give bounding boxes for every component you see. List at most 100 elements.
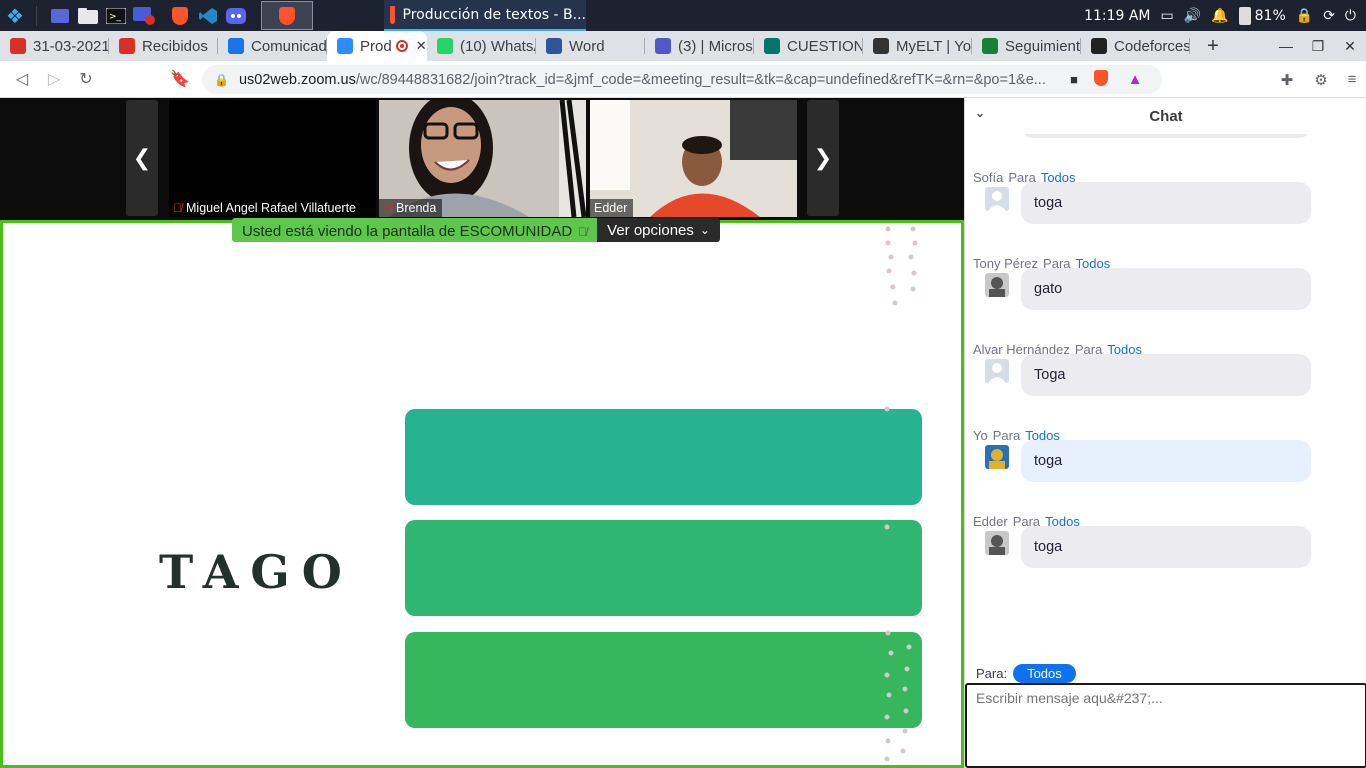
share-status-text: Usted está viendo la pantalla de ESCOMUN… — [242, 223, 573, 240]
browser-tab[interactable]: Seguimiento — [972, 31, 1081, 61]
shared-screen[interactable]: TAGO — [0, 220, 964, 768]
chat-recipient-select[interactable]: Todos — [1013, 663, 1076, 683]
battery-icon[interactable] — [1238, 6, 1251, 25]
brave-shields-icon[interactable] — [1084, 69, 1118, 90]
browser-tab[interactable]: (10) WhatsApp — [427, 31, 536, 61]
browser-menu-icons: ✚ ⚙ ≡ — [1270, 61, 1366, 98]
notifications-icon[interactable]: 🔔 — [1211, 8, 1228, 24]
chat-collapse-icon[interactable]: ⌄ — [975, 106, 985, 120]
slide-answer-box — [405, 409, 922, 505]
chat-message: Sofía Para Todos toga — [965, 170, 1366, 256]
file-manager-icon[interactable] — [77, 6, 99, 26]
system-tray: 11:19 AM ▭ 🔊 🔔 81% 🔒 ⟳ ⏻ — [1084, 0, 1366, 31]
extensions-icon[interactable]: ✚ — [1270, 71, 1304, 89]
brave-browser-icon[interactable] — [169, 6, 191, 26]
profile-icon[interactable]: ⚙ — [1304, 71, 1338, 89]
chevron-down-icon: ⌄ — [699, 223, 710, 237]
browser-tab[interactable]: Comunicados — [218, 31, 327, 61]
chat-message-text: toga — [1021, 526, 1311, 568]
bookmark-icon[interactable]: 🔖 — [164, 69, 196, 89]
chat-to-word: Para — [992, 428, 1021, 443]
camera-permission-icon[interactable]: ■ — [1070, 72, 1078, 87]
brave-rewards-icon[interactable]: ▲ — [1118, 71, 1152, 88]
slide-dotted-decoration — [884, 226, 918, 762]
whatsapp-icon — [437, 38, 453, 54]
browser-toolbar: ◁ ▷ ↻ 🔖 🔒 us02web.zoom.us/wc/89448831682… — [0, 61, 1366, 98]
lock-screen-icon[interactable]: 🔒 — [1296, 8, 1313, 24]
meeting-area: ❮ ❯ 🎙̸ Miguel Angel Rafael Villafuerte 🎙… — [0, 98, 964, 768]
close-window-icon[interactable]: ✕ — [1334, 38, 1366, 55]
discord-icon[interactable] — [225, 6, 247, 26]
video-tile[interactable]: Edder — [590, 100, 797, 217]
teams-icon — [655, 38, 671, 54]
tab-label: MyELT | Yo — [896, 37, 972, 55]
chat-header: ⌄ Chat — [965, 98, 1366, 134]
forms-icon — [764, 38, 780, 54]
view-options-button[interactable]: Ver opciones ⌄ — [597, 218, 720, 242]
participant-name-tag: Edder — [590, 199, 634, 217]
address-bar[interactable]: 🔒 us02web.zoom.us/wc/89448831682/join?tr… — [202, 65, 1162, 94]
share-status-message: Usted está viendo la pantalla de ESCOMUN… — [232, 218, 598, 242]
browser-tab[interactable]: Codeforces — [1081, 31, 1190, 61]
back-icon[interactable]: ◁ — [6, 69, 38, 89]
classroom-icon — [228, 38, 244, 54]
chat-message-input[interactable] — [965, 683, 1366, 768]
volume-icon[interactable]: 🔊 — [1184, 8, 1201, 24]
participant-name-tag: 🎙̸ Miguel Angel Rafael Villafuerte — [169, 199, 363, 217]
chat-message: Edder Para Todos toga — [965, 514, 1366, 600]
brave-lion-icon — [390, 5, 395, 24]
browser-tab[interactable]: 31-03-2021 — [0, 31, 109, 61]
chat-recipient: Para: Todos — [976, 663, 1076, 683]
view-options-label: Ver opciones — [607, 221, 694, 239]
browser-tab[interactable]: Prod ✕ — [327, 31, 427, 61]
slide-answer-box — [405, 632, 922, 728]
taskbar-divider — [36, 5, 37, 26]
filmstrip-next-button[interactable]: ❯ — [807, 100, 839, 216]
word-icon — [546, 38, 562, 54]
tab-label: Codeforces — [1114, 37, 1190, 55]
browser-tab[interactable]: (3) | Microsoft — [645, 31, 754, 61]
chat-message-text: toga — [1021, 440, 1311, 482]
chat-sender: Sofía — [973, 170, 1004, 185]
active-window-button[interactable]: Producción de textos - B... — [384, 0, 586, 31]
new-tab-button[interactable]: + — [1198, 31, 1228, 61]
clock[interactable]: 11:19 AM — [1084, 8, 1150, 24]
filmstrip-prev-button[interactable]: ❮ — [126, 100, 158, 216]
show-desktop-icon[interactable] — [49, 6, 71, 26]
chat-sender: Yo — [973, 428, 988, 443]
recording-icon — [395, 40, 408, 52]
power-icon[interactable]: ⏻ — [1345, 8, 1356, 24]
screen-share-banner: Usted está viendo la pantalla de ESCOMUN… — [232, 218, 720, 242]
chat-panel: ⌄ Chat togaSofíaParaTodostogaTony PérezP… — [964, 98, 1366, 768]
chat-message-list[interactable]: togaSofíaParaTodostogaTony PérezParaTodo… — [965, 134, 1366, 674]
clipboard-icon[interactable]: ▭ — [1161, 8, 1174, 24]
close-tab-icon[interactable]: ✕ — [416, 38, 427, 54]
taskbar-brave-task[interactable] — [261, 1, 313, 30]
browser-tab[interactable]: MyELT | Yo — [863, 31, 972, 61]
network-icon[interactable]: ⟳ — [1323, 8, 1335, 24]
video-tile[interactable]: 🎙̸ Brenda — [379, 100, 586, 217]
menu-icon[interactable]: ≡ — [1338, 71, 1366, 88]
tab-label: Prod — [360, 37, 392, 55]
terminal-icon[interactable]: >_ — [105, 6, 127, 26]
lock-icon[interactable]: 🔒 — [214, 73, 229, 87]
url-host: us02web.zoom.us — [238, 71, 356, 88]
forward-icon[interactable]: ▷ — [38, 69, 70, 89]
maximize-icon[interactable]: ❐ — [1302, 38, 1334, 55]
reload-icon[interactable]: ↻ — [70, 69, 102, 89]
chat-message: Alvar Hernández Para Todos Toga — [965, 342, 1366, 428]
sheets-icon — [982, 38, 998, 54]
browser-tab[interactable]: Word — [536, 31, 645, 61]
app-launcher-icon[interactable]: ❖ — [2, 3, 28, 29]
browser-tab[interactable]: Recibidos — [109, 31, 218, 61]
os-taskbar: ❖ >_ Producción de textos - B... 11:19 A… — [0, 0, 1366, 31]
avatar — [985, 359, 1009, 383]
tab-list: 31-03-2021 Recibidos Comunicados Prod ✕ (10) … — [0, 31, 1190, 61]
screen-recorder-icon[interactable] — [133, 6, 155, 26]
avatar — [985, 273, 1009, 297]
video-tile[interactable]: 🎙̸ Miguel Angel Rafael Villafuerte — [169, 100, 376, 217]
avatar — [985, 445, 1009, 469]
minimize-icon[interactable]: — — [1270, 38, 1302, 54]
browser-tab[interactable]: CUESTIONARIO — [754, 31, 863, 61]
vscode-icon[interactable] — [197, 6, 219, 26]
